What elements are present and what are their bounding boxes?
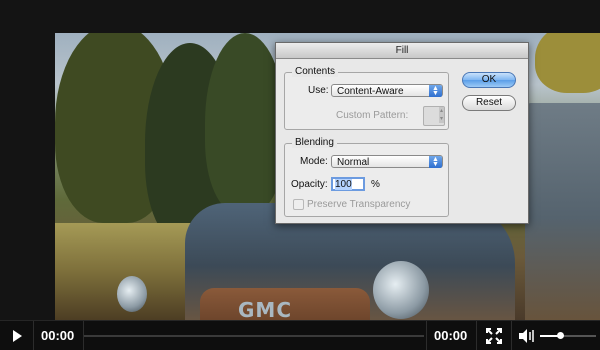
contents-group-label: Contents xyxy=(292,66,339,77)
tree xyxy=(205,33,285,213)
mode-popup-value: Normal xyxy=(337,157,370,168)
popup-arrows-icon: ▲ ▼ xyxy=(429,85,442,97)
volume-knob[interactable] xyxy=(556,332,564,339)
reset-button[interactable]: Reset xyxy=(462,95,516,111)
volume-icon xyxy=(519,329,534,343)
contents-group: Contents Use: Content-Aware ▲ ▼ Custom Pa… xyxy=(284,66,449,130)
mode-label: Mode: xyxy=(300,156,328,167)
ok-button[interactable]: OK xyxy=(462,72,516,88)
divider xyxy=(33,321,34,350)
dialog-title: Fill xyxy=(276,43,528,59)
blending-group-label: Blending xyxy=(292,137,337,148)
duration: 00:00 xyxy=(434,328,468,343)
opacity-label: Opacity: xyxy=(291,179,328,190)
fullscreen-button[interactable] xyxy=(477,321,511,350)
video-player: GMC Fill Contents Use: Content-Aware ▲ ▼ … xyxy=(0,0,600,350)
opacity-value: 100 xyxy=(335,179,352,190)
custom-pattern-picker: ▴ ▾ xyxy=(423,106,445,126)
tree xyxy=(535,33,600,93)
use-popup-value: Content-Aware xyxy=(337,86,404,97)
volume-button[interactable] xyxy=(516,321,538,350)
opacity-input[interactable]: 100 xyxy=(331,177,365,191)
blending-group: Blending Mode: Normal ▲ ▼ Opacity: 100 % … xyxy=(284,137,449,217)
headlight-right xyxy=(373,261,429,319)
play-icon xyxy=(13,330,22,342)
headlight-left xyxy=(117,276,147,312)
progress-bar[interactable] xyxy=(84,335,424,337)
preserve-transparency-label: Preserve Transparency xyxy=(307,199,411,210)
mode-popup[interactable]: Normal ▲ ▼ xyxy=(331,155,443,168)
play-button[interactable] xyxy=(0,321,33,350)
pattern-arrows-icon: ▴ ▾ xyxy=(439,107,444,123)
fill-dialog: Fill Contents Use: Content-Aware ▲ ▼ Cust… xyxy=(275,42,529,224)
player-controls: 00:00 00:00 xyxy=(0,320,600,350)
current-time: 00:00 xyxy=(41,328,75,343)
gmc-badge: GMC xyxy=(238,298,292,320)
divider xyxy=(511,321,512,350)
use-label: Use: xyxy=(308,85,329,96)
volume-slider[interactable] xyxy=(540,332,596,339)
divider xyxy=(426,321,427,350)
use-popup[interactable]: Content-Aware ▲ ▼ xyxy=(331,84,443,97)
opacity-unit: % xyxy=(371,179,380,190)
fullscreen-icon xyxy=(486,328,502,344)
custom-pattern-label: Custom Pattern: xyxy=(336,110,409,121)
popup-arrows-icon: ▲ ▼ xyxy=(429,156,442,168)
truck-cab xyxy=(525,103,600,320)
preserve-transparency-checkbox[interactable] xyxy=(293,199,304,210)
